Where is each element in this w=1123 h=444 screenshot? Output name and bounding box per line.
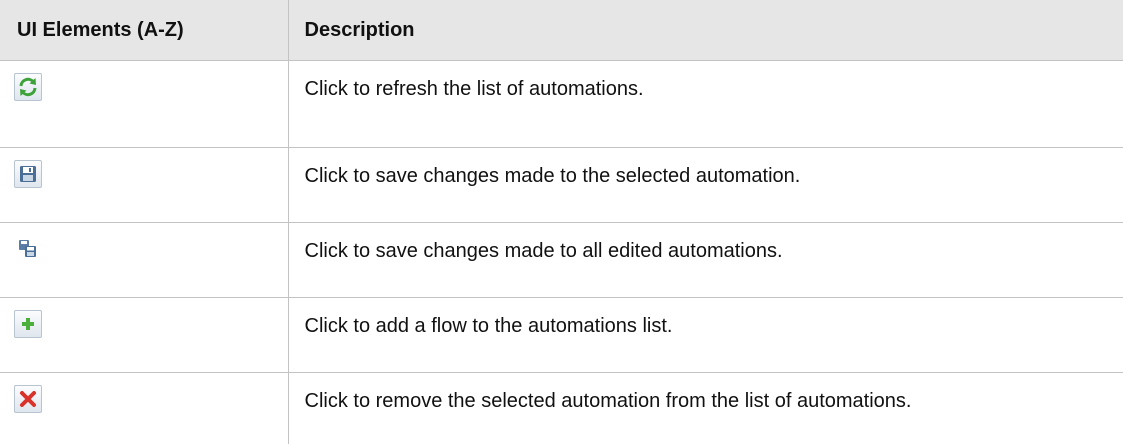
icon-cell — [0, 61, 288, 148]
row-description: Click to save changes made to all edited… — [288, 223, 1123, 298]
row-description: Click to add a flow to the automations l… — [288, 298, 1123, 373]
row-description: Click to remove the selected automation … — [288, 373, 1123, 444]
description-column-header: Description — [288, 0, 1123, 61]
table-row: Click to add a flow to the automations l… — [0, 298, 1123, 373]
table-header-row: UI Elements (A-Z) Description — [0, 0, 1123, 61]
row-description: Click to refresh the list of automations… — [288, 61, 1123, 148]
refresh-icon[interactable] — [14, 73, 42, 101]
icon-cell — [0, 148, 288, 223]
icon-cell — [0, 373, 288, 444]
table-row: Click to save changes made to all edited… — [0, 223, 1123, 298]
icon-cell — [0, 298, 288, 373]
add-icon[interactable] — [14, 310, 42, 338]
save-all-icon[interactable] — [14, 235, 42, 263]
row-description: Click to save changes made to the select… — [288, 148, 1123, 223]
ui-elements-column-header: UI Elements (A-Z) — [0, 0, 288, 61]
table-row: Click to remove the selected automation … — [0, 373, 1123, 444]
icon-cell — [0, 223, 288, 298]
save-icon[interactable] — [14, 160, 42, 188]
ui-elements-table: UI Elements (A-Z) Description Click to r… — [0, 0, 1123, 444]
remove-icon[interactable] — [14, 385, 42, 413]
table-row: Click to refresh the list of automations… — [0, 61, 1123, 148]
table-row: Click to save changes made to the select… — [0, 148, 1123, 223]
